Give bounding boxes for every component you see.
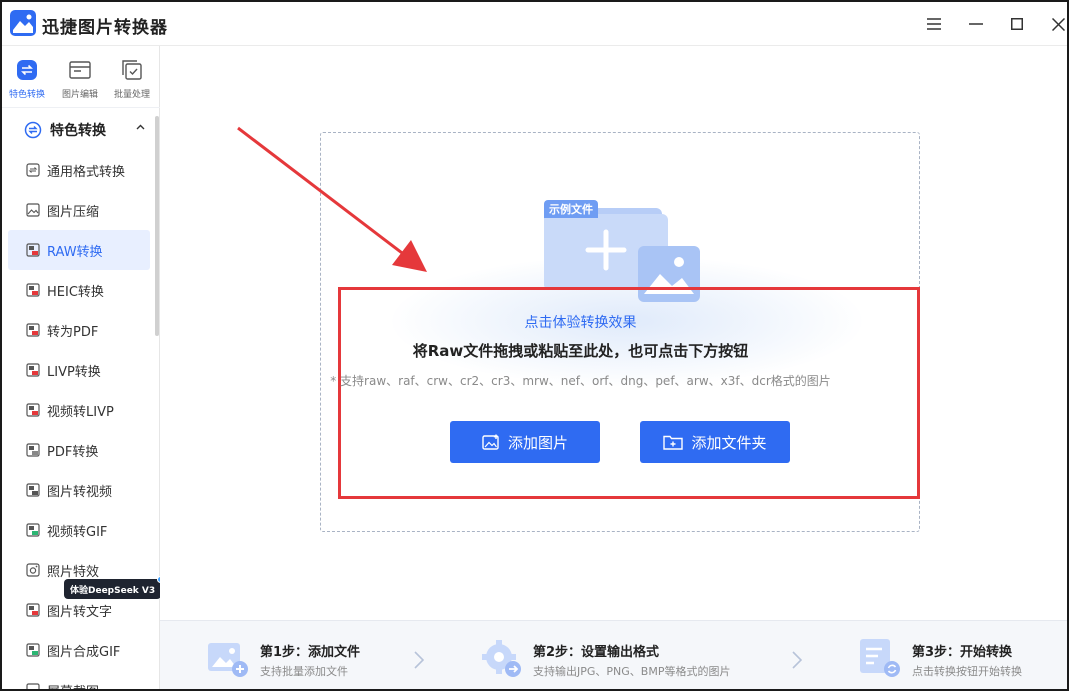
annotation-arrow: [237, 126, 427, 272]
app-window: 迅捷图片转换器 特色转换 图片编辑 批量处理 特色转换 通用格式转换 图片压缩 …: [0, 0, 1069, 691]
